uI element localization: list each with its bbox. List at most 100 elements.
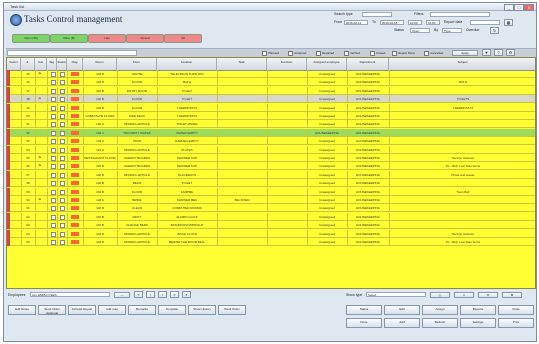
bottom-right-button[interactable]: Edit <box>384 305 420 315</box>
bottom-right-button[interactable]: Settings <box>460 318 496 328</box>
report-date-field[interactable] <box>470 20 500 25</box>
tab-mine[interactable]: Mine (8) <box>50 34 88 43</box>
table-row[interactable]: ⚑ 45 102 B HOUSE TELEVISION TURN OFF Unassign… <box>7 70 535 78</box>
table-row[interactable]: 53 104 A STAIN GARDEN EMPTY Unassigned HOUSEK… <box>7 137 535 146</box>
table-row[interactable]: 57 102 B MISSING ARTICLE PLACEMATS Unassigne… <box>7 170 535 179</box>
status-checkbox[interactable] <box>60 147 65 153</box>
row-checkbox[interactable] <box>51 223 56 229</box>
status-field[interactable]: Open <box>410 28 430 33</box>
row-checkbox[interactable] <box>51 105 56 111</box>
employees-filter-button[interactable]: ⋯ <box>114 292 130 298</box>
bottom-left-button[interactable]: Add note <box>98 305 126 315</box>
table-row[interactable]: ⚑ 48 102 B FLOOR TOILET Unassigned HOUSEKEEPIN… <box>7 95 535 104</box>
time-from-field[interactable]: 10:00 <box>408 20 422 25</box>
column-header[interactable]: Floor <box>117 58 157 70</box>
check-verified[interactable]: Verified <box>344 50 360 56</box>
status-checkbox[interactable] <box>60 206 65 212</box>
check-cancelled[interactable]: Cancelled <box>424 50 443 56</box>
tab-late[interactable]: Late <box>88 34 126 43</box>
status-checkbox[interactable] <box>60 214 65 220</box>
bottom-right-button[interactable]: Refresh <box>422 318 458 328</box>
row-checkbox[interactable] <box>51 181 56 187</box>
row-checkbox[interactable] <box>51 97 56 103</box>
status-checkbox[interactable] <box>60 105 65 111</box>
column-header[interactable]: Task <box>217 58 267 70</box>
row-checkbox[interactable] <box>51 231 56 237</box>
filter-icon[interactable]: ▼ <box>482 49 491 56</box>
bottom-right-button[interactable]: Print <box>498 318 534 328</box>
column-header[interactable]: Subject <box>389 58 535 70</box>
next-icon[interactable]: › <box>158 291 167 298</box>
column-header[interactable]: Tag <box>47 58 57 70</box>
bottom-left-button[interactable]: Activate Report <box>68 305 96 315</box>
show-export-button[interactable]: ⇪ <box>454 292 474 298</box>
group-field[interactable]: Type <box>442 28 462 33</box>
first-icon[interactable]: « <box>134 291 143 298</box>
bottom-left-button[interactable]: Edit Notes <box>8 305 36 315</box>
table-row[interactable]: 59 102 B FLOOR LAMPBE Unassigned HOUSEKEEPING… <box>7 187 535 196</box>
table-row[interactable]: 58 102 B BEAN TOILET Unassigned HOUSEKEEPING <box>7 179 535 188</box>
row-checkbox[interactable] <box>51 156 56 161</box>
row-checkbox[interactable] <box>51 164 56 170</box>
row-checkbox[interactable] <box>51 198 56 203</box>
close-button[interactable]: ✕ <box>524 4 534 11</box>
calendar-icon[interactable]: ▦ <box>504 19 513 26</box>
check-closed[interactable]: Closed <box>370 50 385 56</box>
column-header[interactable]: Room <box>83 58 117 70</box>
show-config-button[interactable]: ⚙ <box>502 292 522 298</box>
table-row[interactable]: 46 102 B FLOOR BATH Unassigned HOUSEKEEPING BA… <box>7 78 535 87</box>
filters-field[interactable] <box>430 12 490 17</box>
row-checkbox[interactable] <box>51 88 56 94</box>
status-checkbox[interactable] <box>60 156 65 161</box>
row-checkbox[interactable] <box>51 214 56 220</box>
check-assigned[interactable]: Assigned <box>288 50 306 56</box>
show-mail-button[interactable]: ✉ <box>478 292 498 298</box>
tab-all[interactable]: All <box>164 34 202 43</box>
bottom-right-button[interactable]: Status <box>346 305 382 315</box>
column-header[interactable]: # <box>21 58 35 70</box>
search-type-field[interactable] <box>362 12 392 17</box>
help-icon[interactable]: ? <box>494 49 503 56</box>
column-header[interactable]: Cat <box>35 58 47 70</box>
check-report-done[interactable]: Report Done <box>392 50 415 56</box>
status-checkbox[interactable] <box>60 97 65 103</box>
minimize-button[interactable]: _ <box>504 4 514 11</box>
status-checkbox[interactable] <box>60 80 65 86</box>
table-row[interactable]: 61 102 B CLEAN COMPUTER ROOMS Unassigned HOUS… <box>7 204 535 213</box>
table-row[interactable]: ⚑ 56 102 B CHERRY BOARDS SHOWER CAP Unassigne… <box>7 162 535 171</box>
time-to-field[interactable]: 16:00 <box>426 20 440 25</box>
last-icon[interactable]: » <box>170 291 179 298</box>
find-icon[interactable]: ⌕ <box>182 291 191 298</box>
bottom-right-button[interactable]: Add <box>384 318 420 328</box>
row-checkbox[interactable] <box>51 114 56 119</box>
bottom-right-button[interactable]: Done <box>346 318 382 328</box>
bottom-right-button[interactable]: Close <box>498 305 534 315</box>
check-planned[interactable]: Planned <box>262 50 279 56</box>
column-header[interactable]: Department <box>347 58 389 70</box>
status-checkbox[interactable] <box>60 172 65 178</box>
tab-closed[interactable]: Closed <box>126 34 164 43</box>
column-header[interactable]: Assigned employee <box>307 58 347 70</box>
column-header[interactable]: Location <box>157 58 217 70</box>
row-checkbox[interactable] <box>51 206 56 212</box>
status-checkbox[interactable] <box>60 139 65 145</box>
row-checkbox[interactable] <box>51 72 56 77</box>
show-print-button[interactable]: ⎙ <box>430 292 450 298</box>
table-row[interactable]: 47 102 B ENTRY DOOR TOILET Unassigned HOUSEKE… <box>7 86 535 95</box>
table-row[interactable]: 50 LOBBY/GYM FLOOR SIDE DECK THERMOSTAT Unas… <box>7 112 535 120</box>
check-repaired[interactable]: Repaired <box>316 50 334 56</box>
status-checkbox[interactable] <box>60 88 65 94</box>
status-checkbox[interactable] <box>60 223 65 229</box>
maximize-button[interactable]: □ <box>514 4 524 11</box>
status-checkbox[interactable] <box>60 240 65 245</box>
apply-button[interactable]: Apply <box>452 50 478 56</box>
bottom-left-button[interactable]: Send Order Approval <box>38 305 66 315</box>
row-checkbox[interactable] <box>51 130 56 136</box>
from-date-field[interactable]: 2016-02-11 <box>344 20 368 25</box>
table-row[interactable]: 51 102 A MISSING ARTICLE TOILET PAPER Unassi… <box>7 120 535 129</box>
row-checkbox[interactable] <box>51 189 56 195</box>
tab-open[interactable]: Open (35) <box>12 34 50 43</box>
bottom-left-button[interactable]: Template <box>158 305 186 315</box>
search-input[interactable] <box>7 50 137 56</box>
status-checkbox[interactable] <box>60 130 65 136</box>
